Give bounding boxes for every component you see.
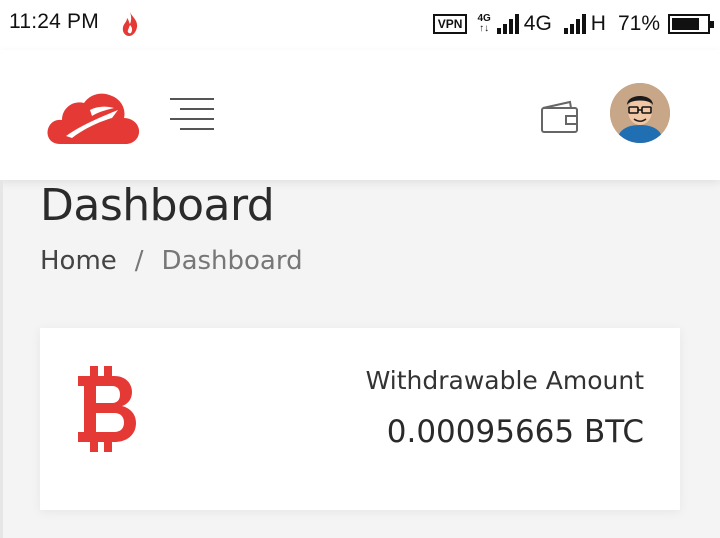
signal-bars-icon (496, 14, 519, 34)
page-title: Dashboard (40, 180, 275, 231)
network-type-1: 4G (523, 12, 552, 35)
breadcrumb-current: Dashboard (161, 246, 303, 276)
signal-bars-icon-2 (563, 14, 586, 34)
status-time: 11:24 PM (9, 10, 99, 33)
network-type-2: H (590, 12, 606, 35)
battery-icon (668, 14, 714, 34)
flame-notification-icon (122, 12, 138, 36)
status-indicators: VPN 4G ↑↓ 4G H 71% (432, 9, 714, 39)
data-activity-indicator: 4G ↑↓ (477, 14, 490, 34)
withdrawable-amount-card: Withdrawable Amount 0.00095665 BTC (40, 328, 680, 510)
breadcrumb-separator: / (134, 246, 144, 276)
top-navbar (0, 50, 720, 180)
breadcrumb-home-link[interactable]: Home (40, 246, 117, 276)
user-avatar-icon[interactable] (610, 83, 670, 143)
net-small-bottom: ↑↓ (479, 23, 490, 34)
battery-percent: 71% (617, 12, 660, 35)
page-edge (0, 180, 3, 538)
cloud-logo-icon[interactable] (46, 88, 140, 146)
status-bar: 11:24 PM VPN 4G ↑↓ 4G H 71% (0, 0, 720, 50)
card-label: Withdrawable Amount (365, 366, 644, 395)
breadcrumb: Home / Dashboard (40, 246, 303, 276)
vpn-indicator: VPN (432, 14, 468, 34)
hamburger-menu-icon[interactable] (168, 96, 214, 134)
bitcoin-icon (78, 366, 136, 452)
wallet-icon[interactable] (540, 100, 580, 134)
card-value: 0.00095665 BTC (386, 414, 644, 450)
